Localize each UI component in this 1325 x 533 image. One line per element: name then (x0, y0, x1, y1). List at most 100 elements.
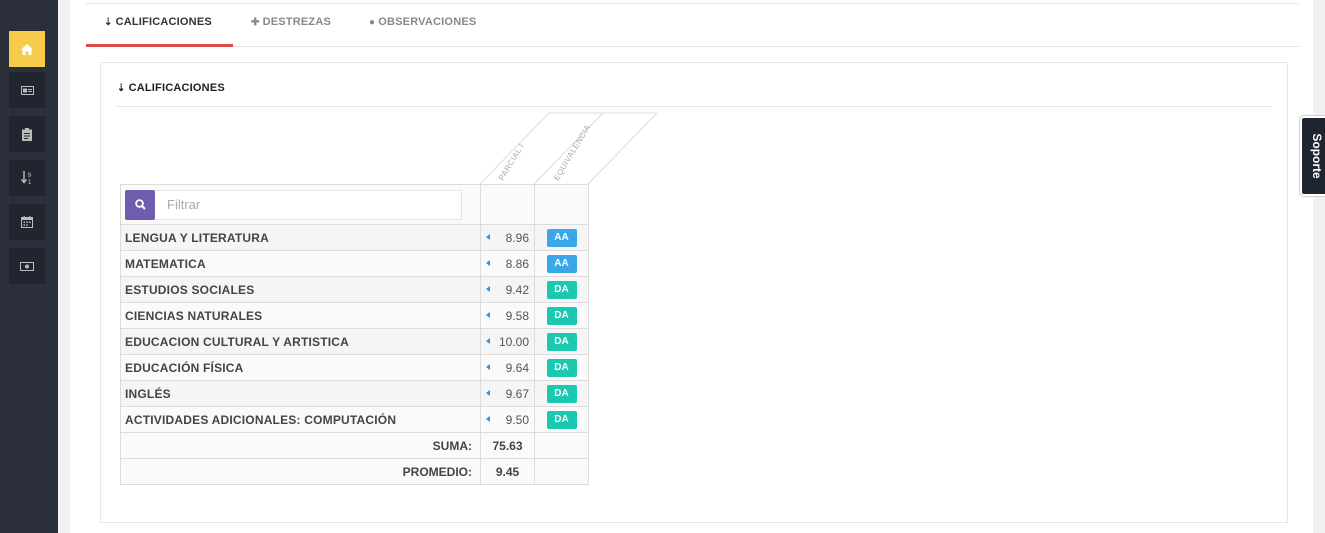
subject-name: ESTUDIOS SOCIALES (120, 276, 481, 303)
svg-text:1: 1 (28, 179, 32, 185)
tab-calificaciones[interactable]: ⇣ CALIFICACIONES (104, 16, 212, 28)
id-card-button[interactable] (9, 72, 45, 108)
table-row: MATEMATICA 8.86 AA (120, 250, 589, 277)
clipboard-icon (22, 127, 32, 141)
home-button[interactable] (9, 31, 45, 67)
equivalence-cell: DA (534, 328, 589, 355)
svg-text:9: 9 (28, 172, 32, 179)
filter-cell (120, 184, 481, 225)
sum-blank (534, 432, 589, 459)
grades-button[interactable]: 91 (9, 160, 45, 196)
payments-button[interactable] (9, 248, 45, 284)
sidebar: 91 (0, 0, 58, 533)
grade-value: 8.96 (505, 230, 529, 245)
caret-left-icon[interactable] (486, 338, 490, 344)
support-label: Soporte (1310, 133, 1324, 179)
equivalence-cell: DA (534, 406, 589, 433)
grade-cell: 10.00 (480, 328, 535, 355)
grade-value: 10.00 (498, 334, 529, 349)
main-content: ⇣ CALIFICACIONES ✚ DESTREZAS ● OBSERVACIONE… (70, 0, 1313, 533)
table-row: LENGUA Y LITERATURA 8.96 AA (120, 224, 589, 251)
subject-name: ACTIVIDADES ADICIONALES: COMPUTACIÓN (120, 406, 481, 433)
equivalence-cell: AA (534, 224, 589, 251)
subject-name: LENGUA Y LITERATURA (120, 224, 481, 251)
column-headers: PARCIAL I EQUIVALENCIA (479, 112, 658, 185)
caret-left-icon[interactable] (486, 390, 490, 396)
puzzle-icon: ✚ (251, 16, 260, 28)
equivalence-cell: DA (534, 380, 589, 407)
equivalence-badge: DA (546, 306, 577, 325)
sum-value: 75.63 (480, 432, 535, 459)
grade-value: 8.86 (505, 256, 529, 271)
grade-cell: 9.50 (480, 406, 535, 433)
equivalence-badge: DA (546, 332, 577, 351)
equivalence-cell: DA (534, 302, 589, 329)
equivalence-badge: DA (546, 280, 577, 299)
sort-numeric-icon: 91 (21, 171, 32, 185)
grade-cell: 9.67 (480, 380, 535, 407)
subject-name: EDUCACIÓN FÍSICA (120, 354, 481, 381)
sum-label: SUMA: (120, 432, 481, 459)
filter-blank (534, 184, 589, 225)
support-tab[interactable]: Soporte (1300, 116, 1325, 196)
subject-name: INGLÉS (120, 380, 481, 407)
grade-value: 9.67 (505, 386, 529, 401)
equivalence-badge: AA (546, 254, 577, 273)
tab-bar: ⇣ CALIFICACIONES ✚ DESTREZAS ● OBSERVACIONE… (86, 0, 1299, 47)
tab-destrezas[interactable]: ✚ DESTREZAS (251, 16, 331, 28)
equivalence-badge: DA (546, 410, 577, 429)
subject-name: EDUCACION CULTURAL Y ARTISTICA (120, 328, 481, 355)
table-row: EDUCACIÓN FÍSICA 9.64 DA (120, 354, 589, 381)
grade-value: 9.50 (505, 412, 529, 427)
grade-cell: 9.42 (480, 276, 535, 303)
caret-left-icon[interactable] (486, 312, 490, 318)
caret-left-icon[interactable] (486, 234, 490, 240)
grade-cell: 9.64 (480, 354, 535, 381)
equivalence-badge: DA (546, 358, 577, 377)
equivalence-cell: DA (534, 276, 589, 303)
table-row: INGLÉS 9.67 DA (120, 380, 589, 407)
equivalence-cell: AA (534, 250, 589, 277)
table-row: ACTIVIDADES ADICIONALES: COMPUTACIÓN 9.50… (120, 406, 589, 433)
calendar-button[interactable] (9, 204, 45, 240)
caret-left-icon[interactable] (486, 416, 490, 422)
subject-name: CIENCIAS NATURALES (120, 302, 481, 329)
grade-cell: 8.96 (480, 224, 535, 251)
grade-value: 9.58 (505, 308, 529, 323)
average-blank (534, 458, 589, 485)
table-row: ESTUDIOS SOCIALES 9.42 DA (120, 276, 589, 303)
search-button[interactable] (125, 189, 155, 220)
grade-value: 9.64 (505, 360, 529, 375)
grades-table: LENGUA Y LITERATURA 8.96 AA MATEMATICA 8.86 A… (120, 184, 589, 485)
filter-input[interactable] (155, 189, 462, 220)
tab-calificaciones-label: CALIFICACIONES (115, 16, 212, 28)
subject-name: MATEMATICA (120, 250, 481, 277)
equivalence-badge: AA (546, 228, 577, 247)
average-value: 9.45 (480, 458, 535, 485)
equivalence-badge: DA (546, 384, 577, 403)
caret-left-icon[interactable] (486, 364, 490, 370)
home-icon (21, 43, 33, 55)
tab-destrezas-label: DESTREZAS (262, 16, 332, 28)
id-card-icon (20, 85, 34, 95)
comments-icon: ● (369, 16, 376, 28)
tab-observaciones-label: OBSERVACIONES (378, 16, 477, 28)
calendar-icon (21, 216, 33, 228)
filter-blank (480, 184, 535, 225)
grade-cell: 9.58 (480, 302, 535, 329)
caret-left-icon[interactable] (486, 260, 490, 266)
caret-left-icon[interactable] (486, 286, 490, 292)
tab-observaciones[interactable]: ● OBSERVACIONES (369, 16, 476, 28)
equivalence-cell: DA (534, 354, 589, 381)
sort-numeric-icon: ⇣ (104, 16, 113, 28)
header-equivalencia: EQUIVALENCIA (552, 123, 592, 182)
grade-value: 9.42 (505, 282, 529, 297)
search-icon (134, 199, 146, 210)
grade-cell: 8.86 (480, 250, 535, 277)
clipboard-button[interactable] (9, 116, 45, 152)
table-row: EDUCACION CULTURAL Y ARTISTICA 10.00 DA (120, 328, 589, 355)
table-row: CIENCIAS NATURALES 9.58 DA (120, 302, 589, 329)
grades-panel: ⇣CALIFICACIONES PARCIAL I EQUIVALENCIA (100, 62, 1288, 523)
active-tab-indicator (86, 44, 233, 47)
money-icon (20, 261, 34, 271)
